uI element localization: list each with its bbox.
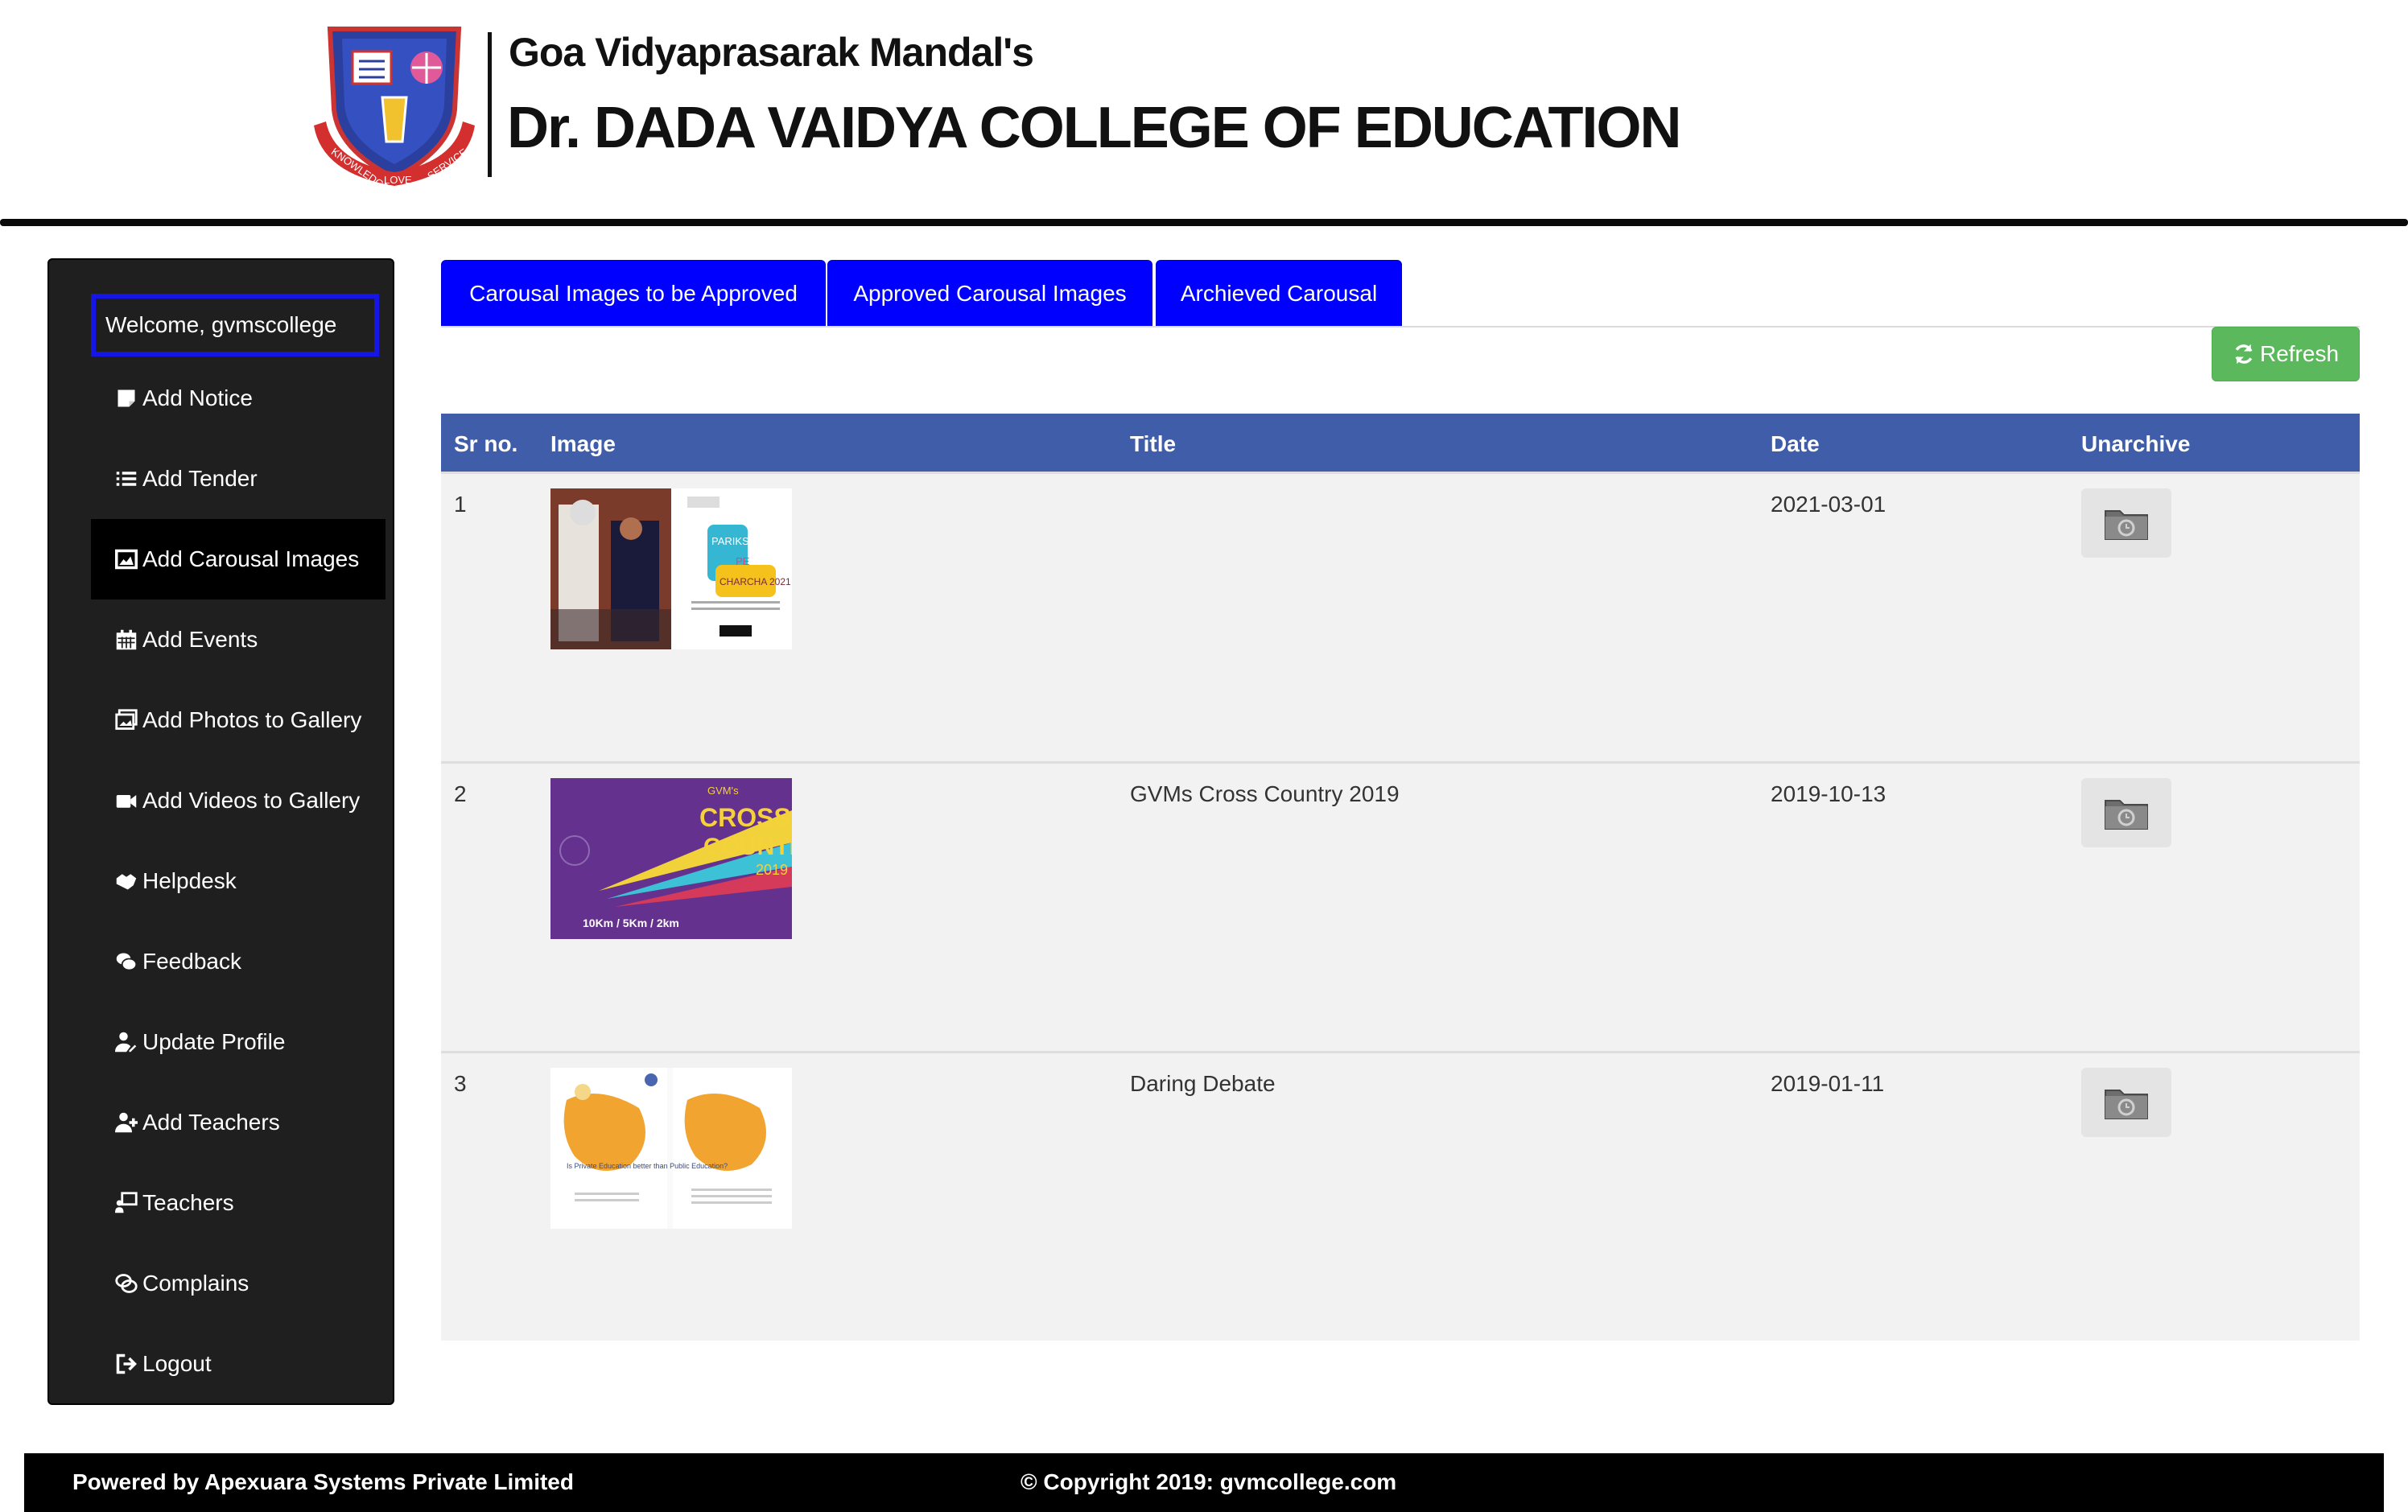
image-icon: [115, 549, 138, 570]
sidebar-item-add-videos[interactable]: Add Videos to Gallery: [91, 760, 386, 841]
images-icon: [115, 709, 138, 730]
sidebar-item-teachers[interactable]: Teachers: [91, 1163, 386, 1243]
cross-country-image: GVM's CROSS COUNTRY 2019 10Km / 5Km / 2k…: [550, 778, 792, 939]
chalkboard-teacher-icon: [115, 1192, 138, 1213]
user-plus-icon: [115, 1112, 138, 1133]
pariksha-text-1: PARIKSHA: [711, 535, 764, 547]
unarchive-folder-icon: [2105, 1090, 2148, 1119]
site-footer: Powered by Apexuara Systems Private Limi…: [24, 1453, 2384, 1512]
unarchive-button[interactable]: [2081, 778, 2171, 847]
unarchive-button[interactable]: [2081, 488, 2171, 558]
sidebar-item-label: Logout: [142, 1351, 212, 1376]
calendar-icon: [116, 629, 137, 650]
sidebar-item-label: Update Profile: [142, 1029, 286, 1054]
sidebar-item-label: Add Teachers: [142, 1110, 280, 1135]
sidebar-item-label: Helpdesk: [142, 868, 237, 893]
welcome-box: Welcome, gvmscollege: [91, 294, 379, 356]
tab-divider: [441, 326, 2360, 328]
sidebar-item-label: Add Photos to Gallery: [142, 707, 362, 732]
sidebar-item-label: Add Videos to Gallery: [142, 788, 361, 813]
unarchive-folder-icon: [2105, 800, 2148, 830]
row-date: 2019-10-13: [1771, 781, 1886, 806]
table-row: 2 GVM's CROSS COUNTRY 2019 10Km / 5Km / …: [441, 761, 2360, 1051]
carousal-thumbnail[interactable]: GVM's CROSS COUNTRY 2019 10Km / 5Km / 2k…: [550, 778, 792, 939]
sidebar-item-add-events[interactable]: Add Events: [91, 599, 386, 680]
note-icon: [118, 389, 135, 407]
table-row: 1 PARIKSHA PE CHARCHA 2021 2021-03-01: [441, 472, 2360, 761]
row-date: 2021-03-01: [1771, 492, 1886, 517]
tab-to-be-approved[interactable]: Carousal Images to be Approved: [441, 260, 826, 328]
college-name: Dr. DADA VAIDYA COLLEGE OF EDUCATION: [507, 96, 1681, 160]
col-date: Date: [1771, 431, 1820, 456]
site-header: KNOWLEDGE LOVE SERVICE Goa Vidyaprasarak…: [0, 0, 2408, 217]
col-image: Image: [550, 431, 616, 456]
row-title: Daring Debate: [1130, 1071, 1276, 1096]
sidebar-item-add-carousal-images[interactable]: Add Carousal Images: [91, 519, 386, 599]
archived-carousal-table: Sr no. Image Title Date Unarchive 1 PARI…: [441, 414, 2360, 1341]
sidebar-item-add-notice[interactable]: Add Notice: [91, 358, 386, 439]
sidebar-item-feedback[interactable]: Feedback: [91, 921, 386, 1002]
pariksha-text-2: PE: [736, 555, 750, 567]
logo-ribbon-center: LOVE: [384, 174, 412, 186]
carousal-thumbnail[interactable]: PARIKSHA PE CHARCHA 2021: [550, 488, 792, 649]
sidebar-item-label: Add Carousal Images: [142, 546, 360, 571]
sidebar: Welcome, gvmscollege Add Notice Add Tend…: [47, 258, 394, 1405]
col-title: Title: [1130, 431, 1177, 456]
sidebar-item-add-photos[interactable]: Add Photos to Gallery: [91, 680, 386, 760]
sidebar-item-update-profile[interactable]: Update Profile: [91, 1002, 386, 1082]
sidebar-item-label: Add Events: [142, 627, 258, 652]
comment-outline-icon: [115, 1274, 138, 1293]
tab-archieved[interactable]: Archieved Carousal: [1156, 260, 1402, 328]
tab-approved[interactable]: Approved Carousal Images: [827, 260, 1152, 328]
carousal-thumbnail[interactable]: Is Private Education better than Public …: [550, 1068, 792, 1229]
pariksha-text-3: CHARCHA 2021: [720, 576, 791, 587]
sidebar-item-complains[interactable]: Complains: [91, 1243, 386, 1324]
powered-by: Powered by Apexuara Systems Private Limi…: [72, 1469, 574, 1494]
sidebar-item-label: Add Notice: [142, 385, 253, 410]
cross-country-text-1: GVM's: [707, 785, 739, 797]
sign-out-icon: [116, 1353, 137, 1374]
video-icon: [116, 795, 137, 808]
sidebar-item-label: Feedback: [142, 949, 241, 974]
sidebar-item-label: Add Tender: [142, 466, 258, 491]
sidebar-item-helpdesk[interactable]: Helpdesk: [91, 841, 386, 921]
row-date: 2019-01-11: [1771, 1071, 1885, 1096]
unarchive-folder-icon: [2105, 510, 2148, 540]
debate-text: Is Private Education better than Public …: [567, 1162, 728, 1170]
org-name: Goa Vidyaprasarak Mandal's: [509, 30, 1034, 75]
cross-country-text-2: CROSS: [699, 803, 791, 832]
header-divider: [488, 32, 492, 177]
comments-icon: [116, 953, 138, 971]
col-unarchive: Unarchive: [2081, 431, 2191, 456]
user-edit-icon: [115, 1032, 137, 1053]
row-title: GVMs Cross Country 2019: [1130, 781, 1400, 806]
handshake-icon: [116, 874, 137, 890]
table-row: 3 Is Private Education better than Publi…: [441, 1051, 2360, 1341]
college-logo: KNOWLEDGE LOVE SERVICE: [314, 27, 475, 190]
list-icon: [116, 472, 137, 486]
table-header: Sr no. Image Title Date Unarchive: [441, 414, 2360, 472]
row-sr: 1: [454, 492, 467, 517]
row-sr: 2: [454, 781, 467, 806]
refresh-label: Refresh: [2259, 341, 2340, 366]
col-sr-no: Sr no.: [454, 431, 518, 456]
cross-country-text-4: 2019: [756, 862, 788, 878]
sidebar-item-label: Complains: [142, 1271, 249, 1296]
cross-country-text-3: COUNTRY: [703, 834, 792, 860]
unarchive-button[interactable]: [2081, 1068, 2171, 1137]
row-sr: 3: [454, 1071, 467, 1096]
copyright: © Copyright 2019: gvmcollege.com: [1021, 1469, 1397, 1494]
header-rule: [0, 219, 2408, 226]
pariksha-image: PARIKSHA PE CHARCHA 2021: [550, 488, 792, 649]
debate-image: Is Private Education better than Public …: [550, 1068, 792, 1229]
cross-country-text-5: 10Km / 5Km / 2km: [583, 917, 679, 929]
sidebar-item-add-teachers[interactable]: Add Teachers: [91, 1082, 386, 1163]
refresh-button[interactable]: Refresh: [2212, 327, 2360, 381]
sidebar-item-logout[interactable]: Logout: [91, 1324, 386, 1404]
sidebar-item-add-tender[interactable]: Add Tender: [91, 439, 386, 519]
sidebar-item-label: Teachers: [142, 1190, 234, 1215]
refresh-icon: [2235, 344, 2253, 365]
